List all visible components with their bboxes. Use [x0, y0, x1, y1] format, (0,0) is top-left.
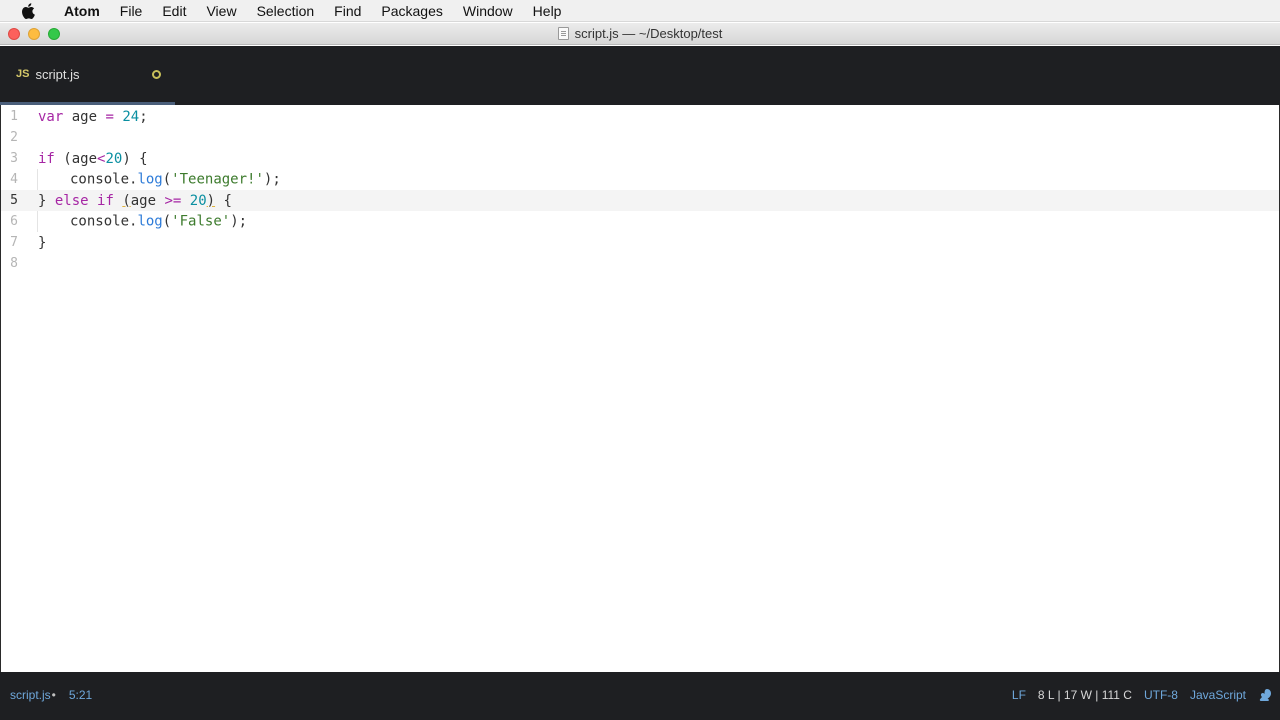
apple-icon[interactable]	[18, 2, 38, 19]
status-bar-right: LF 8 L | 17 W | 111 C UTF-8 JavaScript	[1012, 688, 1272, 702]
code-text: var age = 24;	[38, 108, 148, 125]
tab-label: script.js	[35, 66, 80, 82]
code-line[interactable]: 8	[1, 253, 1279, 274]
status-grammar[interactable]: JavaScript	[1190, 688, 1246, 702]
status-cursor-position[interactable]: 5:21	[69, 688, 92, 702]
line-number: 6	[10, 214, 18, 229]
menu-packages[interactable]: Packages	[371, 0, 452, 22]
code-line[interactable]: 1 var age = 24;	[1, 106, 1279, 127]
tab-bar: JS script.js	[0, 46, 1280, 105]
status-line-ending[interactable]: LF	[1012, 688, 1026, 702]
code-line[interactable]: 6 console.log('False');	[1, 211, 1279, 232]
line-number: 4	[10, 172, 18, 187]
line-number: 1	[10, 109, 18, 124]
menu-file[interactable]: File	[110, 0, 153, 22]
code-text: console.log('False');	[37, 211, 247, 232]
code-line-current[interactable]: 5 } else if (age >= 20) {	[1, 190, 1279, 211]
code-line[interactable]: 2	[1, 127, 1279, 148]
window-title: script.js — ~/Desktop/test	[557, 26, 723, 41]
code-line[interactable]: 4 console.log('Teenager!');	[1, 169, 1279, 190]
code-editor[interactable]: 1 var age = 24; 2 3 if (age<20) { 4 cons…	[0, 105, 1280, 672]
code-text: console.log('Teenager!');	[37, 169, 281, 190]
line-number: 7	[10, 235, 18, 250]
menu-view[interactable]: View	[196, 0, 246, 22]
modified-indicator-icon[interactable]	[152, 70, 161, 79]
line-number: 5	[10, 193, 18, 208]
code-line[interactable]: 3 if (age<20) {	[1, 148, 1279, 169]
code-text: } else if (age >= 20) {	[38, 192, 232, 209]
window-controls	[8, 28, 60, 40]
javascript-file-icon: JS	[16, 68, 30, 80]
document-icon	[557, 27, 569, 40]
menu-edit[interactable]: Edit	[152, 0, 196, 22]
line-number: 3	[10, 151, 18, 166]
status-bar-left: script.js 5:21	[10, 688, 92, 702]
status-bar: script.js 5:21 LF 8 L | 17 W | 111 C UTF…	[0, 672, 1280, 720]
window-title-text: script.js — ~/Desktop/test	[574, 26, 723, 41]
close-window-button[interactable]	[8, 28, 20, 40]
line-number: 2	[10, 130, 18, 145]
menu-selection[interactable]: Selection	[247, 0, 325, 22]
code-text: }	[38, 234, 47, 251]
window-title-bar[interactable]: script.js — ~/Desktop/test	[0, 23, 1280, 45]
code-text: if (age<20) {	[38, 150, 148, 167]
menu-find[interactable]: Find	[324, 0, 371, 22]
menu-help[interactable]: Help	[523, 0, 572, 22]
squirrel-icon[interactable]	[1258, 688, 1272, 702]
line-number: 8	[10, 256, 18, 271]
minimize-window-button[interactable]	[28, 28, 40, 40]
menu-atom[interactable]: Atom	[54, 0, 110, 22]
menu-window[interactable]: Window	[453, 0, 523, 22]
menu-bar: Atom File Edit View Selection Find Packa…	[0, 0, 1280, 22]
maximize-window-button[interactable]	[48, 28, 60, 40]
code-line[interactable]: 7 }	[1, 232, 1279, 253]
status-encoding[interactable]: UTF-8	[1144, 688, 1178, 702]
status-word-count: 8 L | 17 W | 111 C	[1037, 688, 1132, 702]
status-file-name[interactable]: script.js	[10, 688, 56, 702]
tab-script-js[interactable]: JS script.js	[0, 46, 175, 105]
